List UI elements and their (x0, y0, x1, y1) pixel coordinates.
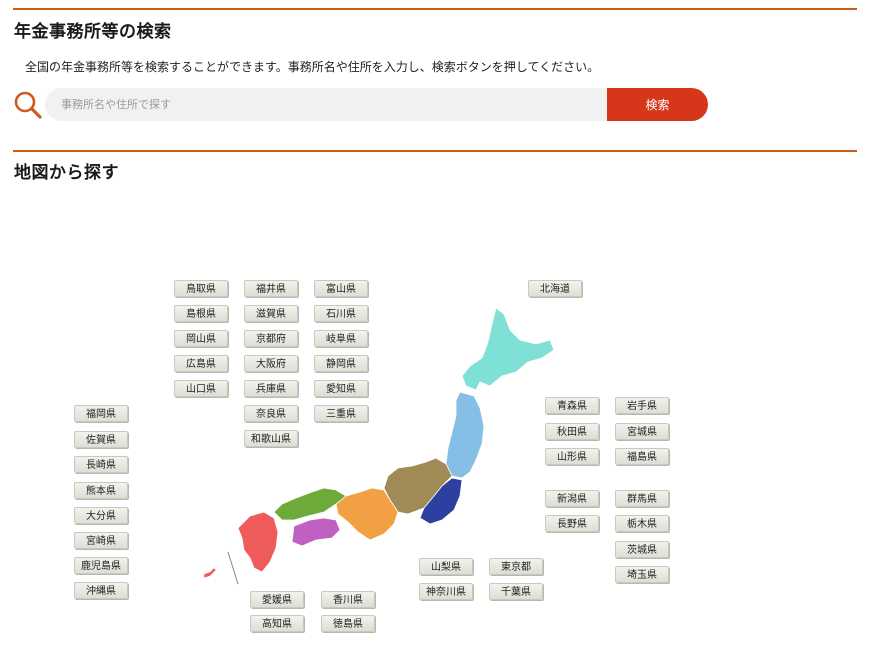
pref-button-aichi[interactable]: 愛知県 (314, 380, 368, 397)
pref-button-kanagawa[interactable]: 神奈川県 (419, 583, 473, 600)
pref-button-shimane[interactable]: 島根県 (174, 305, 228, 322)
pref-button-gunma[interactable]: 群馬県 (615, 490, 669, 507)
pref-button-kochi[interactable]: 高知県 (250, 615, 304, 632)
pref-button-nagasaki[interactable]: 長崎県 (74, 456, 128, 473)
pref-button-hiroshima[interactable]: 広島県 (174, 355, 228, 372)
pref-button-iwate[interactable]: 岩手県 (615, 397, 669, 414)
pref-button-ibaraki[interactable]: 茨城県 (615, 541, 669, 558)
pref-button-shiga[interactable]: 滋賀県 (244, 305, 298, 322)
pref-button-nagano[interactable]: 長野県 (545, 515, 599, 532)
search-input[interactable] (45, 88, 608, 121)
pref-button-ehime[interactable]: 愛媛県 (250, 591, 304, 608)
map-region-chugoku[interactable] (273, 487, 347, 521)
pref-button-nara[interactable]: 奈良県 (244, 405, 298, 422)
pref-button-tokyo[interactable]: 東京都 (489, 558, 543, 575)
pref-button-okayama[interactable]: 岡山県 (174, 330, 228, 347)
search-heading: 年金事務所等の検索 (14, 22, 172, 42)
pref-button-kagawa[interactable]: 香川県 (321, 591, 375, 608)
pref-button-kumamoto[interactable]: 熊本県 (74, 482, 128, 499)
pref-button-fukui[interactable]: 福井県 (244, 280, 298, 297)
pref-button-gifu[interactable]: 岐阜県 (314, 330, 368, 347)
pref-button-fukuoka[interactable]: 福岡県 (74, 405, 128, 422)
pref-button-saitama[interactable]: 埼玉県 (615, 566, 669, 583)
search-description: 全国の年金事務所等を検索することができます。事務所名や住所を入力し、検索ボタンを… (25, 60, 600, 74)
pref-button-chiba[interactable]: 千葉県 (489, 583, 543, 600)
pref-button-hokkaido[interactable]: 北海道 (528, 280, 582, 297)
section-divider (13, 8, 857, 10)
pref-button-tochigi[interactable]: 栃木県 (615, 515, 669, 532)
pref-button-mie[interactable]: 三重県 (314, 405, 368, 422)
pref-button-akita[interactable]: 秋田県 (545, 423, 599, 440)
pref-button-yamanashi[interactable]: 山梨県 (419, 558, 473, 575)
pref-button-fukushima[interactable]: 福島県 (615, 448, 669, 465)
map-heading: 地図から探す (14, 163, 119, 183)
pref-button-tottori[interactable]: 鳥取県 (174, 280, 228, 297)
pref-button-miyazaki[interactable]: 宮崎県 (74, 532, 128, 549)
pref-button-aomori[interactable]: 青森県 (545, 397, 599, 414)
pref-button-niigata[interactable]: 新潟県 (545, 490, 599, 507)
map-region-shikoku[interactable] (291, 517, 341, 547)
map-region-hokkaido[interactable] (461, 307, 555, 391)
pref-button-kagoshima[interactable]: 鹿児島県 (74, 557, 128, 574)
map-region-okinawa[interactable] (203, 567, 217, 579)
pref-button-ishikawa[interactable]: 石川県 (314, 305, 368, 322)
pref-button-toyama[interactable]: 富山県 (314, 280, 368, 297)
pref-button-wakayama[interactable]: 和歌山県 (244, 430, 298, 447)
pref-button-hyogo[interactable]: 兵庫県 (244, 380, 298, 397)
pref-button-tokushima[interactable]: 徳島県 (321, 615, 375, 632)
pref-button-oita[interactable]: 大分県 (74, 507, 128, 524)
pref-button-yamaguchi[interactable]: 山口県 (174, 380, 228, 397)
search-icon[interactable] (13, 90, 43, 120)
map-region-tohoku[interactable] (445, 391, 485, 479)
pref-button-shizuoka[interactable]: 静岡県 (314, 355, 368, 372)
search-button[interactable]: 検索 (607, 88, 708, 121)
pref-button-yamagata[interactable]: 山形県 (545, 448, 599, 465)
okinawa-separator (227, 551, 239, 585)
section-divider (13, 150, 857, 152)
pref-button-osaka[interactable]: 大阪府 (244, 355, 298, 372)
map-region-kyushu[interactable] (237, 511, 279, 573)
pref-button-okinawa[interactable]: 沖縄県 (74, 582, 128, 599)
pref-button-saga[interactable]: 佐賀県 (74, 431, 128, 448)
pref-button-miyagi[interactable]: 宮城県 (615, 423, 669, 440)
pref-button-kyoto[interactable]: 京都府 (244, 330, 298, 347)
